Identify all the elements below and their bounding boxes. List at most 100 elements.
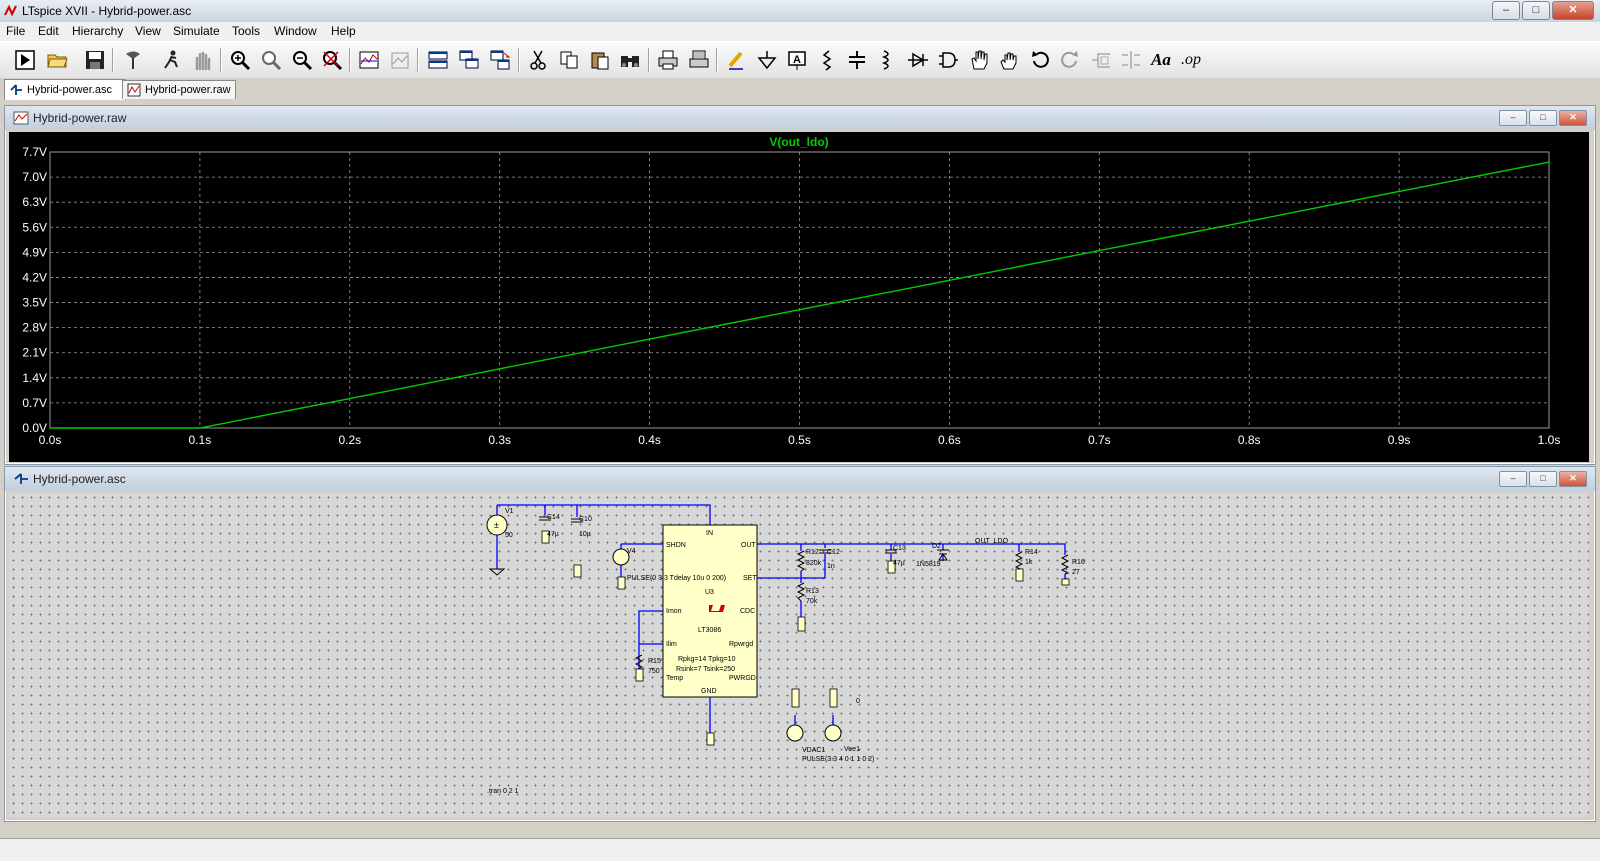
menu-help[interactable]: Help <box>331 24 356 38</box>
resistor-icon <box>822 50 832 71</box>
zoom-in-button[interactable] <box>227 47 253 73</box>
find-button[interactable] <box>617 47 643 73</box>
label-d2[interactable]: D2 <box>932 543 941 550</box>
cascade-button[interactable] <box>456 47 482 73</box>
rotate-button[interactable] <box>1088 47 1114 73</box>
ground-button[interactable] <box>754 47 780 73</box>
label-v4-value[interactable]: PULSE(0 3.3 Tdelay 10u 0 200) <box>627 575 726 582</box>
zoom-fit-button[interactable] <box>319 47 345 73</box>
label-vee-node: 0 <box>856 698 860 705</box>
save-button[interactable] <box>82 47 108 73</box>
plot-maximize-button[interactable]: □ <box>1529 110 1557 126</box>
component-button[interactable] <box>935 47 961 73</box>
inductor-button[interactable] <box>874 47 900 73</box>
undo-button[interactable] <box>1027 47 1053 73</box>
menu-simulate[interactable]: Simulate <box>173 24 220 38</box>
label-v4[interactable]: V4 <box>627 548 636 555</box>
waveform-icon <box>127 83 141 97</box>
schematic-maximize-button[interactable]: □ <box>1529 471 1557 487</box>
zoom-in-icon <box>231 51 251 71</box>
mirror-button[interactable] <box>1118 47 1144 73</box>
mdi-workspace: Hybrid-power.raw – □ ✕ V(out_ldo) 7.7V 7.… <box>0 100 1600 860</box>
menu-tools[interactable]: Tools <box>232 24 260 38</box>
label-vee1[interactable]: Vee1 <box>844 746 860 753</box>
capacitor-button[interactable] <box>844 47 870 73</box>
spice-directive-tran[interactable]: .tran 0 2 1 <box>487 788 519 795</box>
tab-schematic[interactable]: Hybrid-power.asc <box>4 79 126 100</box>
tile-horizontal-button[interactable] <box>425 47 451 73</box>
zoom-pan-button[interactable] <box>258 47 284 73</box>
label-v1[interactable]: V1 <box>505 508 514 515</box>
label-r12[interactable]: R12 <box>806 549 819 556</box>
diode-button[interactable] <box>905 47 931 73</box>
plot-minimize-button[interactable]: – <box>1499 110 1527 126</box>
label-c12-value[interactable]: 1n <box>827 563 835 570</box>
label-r12-value[interactable]: 820k <box>806 560 822 567</box>
schematic-minimize-button[interactable]: – <box>1499 471 1527 487</box>
wire-button[interactable] <box>723 47 749 73</box>
window-title: LTspice XVII - Hybrid-power.asc <box>22 4 192 18</box>
label-r15[interactable]: R15 <box>648 658 661 665</box>
control-panel-button[interactable] <box>120 47 146 73</box>
paste-button[interactable] <box>587 47 613 73</box>
ic-ref[interactable]: U3 <box>705 589 714 596</box>
move-button[interactable] <box>966 47 992 73</box>
plot-settings-button[interactable] <box>356 47 382 73</box>
menu-edit[interactable]: Edit <box>38 24 59 38</box>
open-button[interactable] <box>44 47 70 73</box>
run-button[interactable] <box>12 47 38 73</box>
label-c10-value[interactable]: 10µ <box>579 531 591 538</box>
label-r16-value[interactable]: 27 <box>1072 569 1080 576</box>
tile-windows-button[interactable] <box>487 47 513 73</box>
label-c13[interactable]: C13 <box>893 545 906 552</box>
print-button[interactable] <box>655 47 681 73</box>
drag-button[interactable] <box>996 47 1022 73</box>
ic-part[interactable]: LT3086 <box>698 627 721 634</box>
spice-directive-button[interactable]: .op <box>1178 47 1204 73</box>
schematic-canvas[interactable]: ± V1 50 C14 47µ C10 10µ V4 PULSE(0 3.3 T… <box>9 493 1589 817</box>
cut-button[interactable] <box>525 47 551 73</box>
x-tick-label: 0.5s <box>788 433 811 447</box>
halt-button[interactable] <box>189 47 215 73</box>
label-c14[interactable]: C14 <box>547 514 560 521</box>
label-r14-value[interactable]: 1k <box>1025 559 1033 566</box>
label-r16[interactable]: R16 <box>1072 559 1085 566</box>
label-vdac1[interactable]: VDAC1 <box>802 747 825 754</box>
schematic-close-button[interactable]: ✕ <box>1559 471 1587 487</box>
redo-button[interactable] <box>1057 47 1083 73</box>
waveform-plot-area[interactable]: V(out_ldo) 7.7V 7.0V 6.3V 5.6V 4.9V 4.2V 3.5V 2… <box>9 132 1589 462</box>
menu-view[interactable]: View <box>135 24 161 38</box>
plot-settings2-button[interactable] <box>387 47 413 73</box>
run-sim-button[interactable] <box>158 47 184 73</box>
maximize-button[interactable]: □ <box>1522 1 1550 20</box>
menu-window[interactable]: Window <box>274 24 317 38</box>
chart-title[interactable]: V(out_ldo) <box>769 135 828 149</box>
minimize-button[interactable]: – <box>1492 1 1520 20</box>
label-c14-value[interactable]: 47µ <box>547 531 559 538</box>
label-r13[interactable]: R13 <box>806 588 819 595</box>
label-v1-value[interactable]: 50 <box>505 532 513 539</box>
label-r13-value[interactable]: 70k <box>806 598 818 605</box>
resistor-button[interactable] <box>814 47 840 73</box>
label-c13-value[interactable]: 47µ <box>893 560 905 567</box>
menu-hierarchy[interactable]: Hierarchy <box>72 24 123 38</box>
label-r15-value[interactable]: 750 <box>648 668 660 675</box>
copy-button[interactable] <box>556 47 582 73</box>
label-c12[interactable]: C12 <box>827 549 840 556</box>
diode-icon <box>908 52 928 68</box>
tab-waveform[interactable]: Hybrid-power.raw <box>122 80 236 99</box>
print-setup-button[interactable] <box>686 47 712 73</box>
menu-file[interactable]: File <box>6 24 25 38</box>
label-vdac1-value[interactable]: PULSE(3.3 4 0 1 1 0 2) <box>802 756 874 763</box>
plot-close-button[interactable]: ✕ <box>1559 110 1587 126</box>
label-r14[interactable]: R14 <box>1025 549 1038 556</box>
label-net-button[interactable]: A <box>784 47 810 73</box>
label-c10[interactable]: C10 <box>579 516 592 523</box>
rotate-icon <box>1092 53 1110 68</box>
pin-rpwrgd: Rpwrgd <box>729 641 753 648</box>
net-label-out-ldo[interactable]: OUT_LDO <box>975 538 1009 545</box>
text-button[interactable]: Aa <box>1148 47 1174 73</box>
close-button[interactable]: ✕ <box>1552 1 1594 20</box>
label-d2-value[interactable]: 1N5819 <box>916 561 941 568</box>
zoom-out-button[interactable] <box>289 47 315 73</box>
